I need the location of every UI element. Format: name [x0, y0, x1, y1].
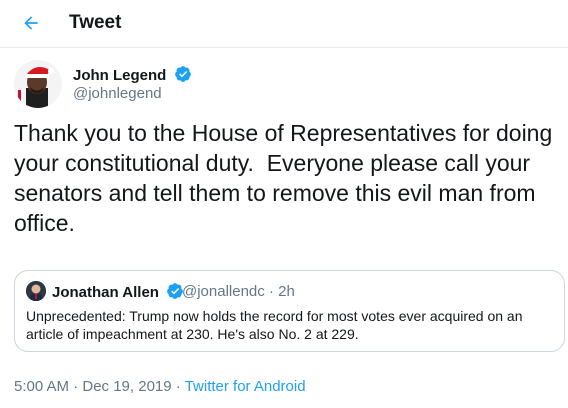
author-handle[interactable]: @johnlegend	[73, 85, 162, 102]
tweet-text: Thank you to the House of Representative…	[14, 120, 553, 236]
quoted-tweet[interactable]: Jonathan Allen @jonallendc · 2h Unpreced…	[14, 270, 565, 352]
author-name-text: John Legend	[73, 67, 167, 84]
tweet-author: John Legend @johnlegend	[14, 60, 554, 110]
quote-time: 2h	[278, 283, 295, 300]
verified-badge-icon	[174, 66, 191, 82]
quote-separator: ·	[268, 283, 274, 300]
tweet-timestamp[interactable]: 5:00 AM · Dec 19, 2019	[14, 378, 172, 395]
footer-separator: ·	[175, 378, 181, 395]
avatar[interactable]	[14, 60, 62, 108]
tweet-footer: 5:00 AM · Dec 19, 2019 · Twitter for And…	[14, 378, 306, 395]
back-button[interactable]	[14, 6, 48, 40]
page-title: Tweet	[69, 12, 122, 33]
quote-author-handle: @jonallendc	[182, 283, 265, 300]
quote-meta: @jonallendc · 2h	[182, 283, 295, 300]
quote-text: Unprecedented: Trump now holds the recor…	[26, 308, 523, 342]
quote-avatar	[26, 281, 46, 301]
tweet-header: Tweet	[0, 0, 568, 48]
arrow-left-icon	[24, 16, 38, 30]
quote-author-name-text: Jonathan Allen	[52, 284, 159, 301]
quote-author-name: Jonathan Allen	[52, 282, 184, 301]
author-name[interactable]: John Legend	[73, 65, 192, 84]
tweet-source-link[interactable]: Twitter for Android	[185, 378, 306, 395]
